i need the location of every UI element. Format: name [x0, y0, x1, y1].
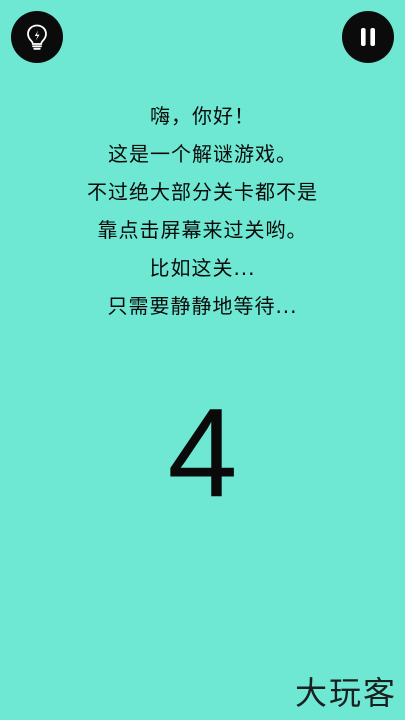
dialog-line: 比如这关... — [149, 256, 256, 280]
puzzle-dialog: 嗨，你好！ 这是一个解谜游戏。 不过绝大部分关卡都不是 靠点击屏幕来过关哟。 比… — [0, 97, 405, 325]
game-screen: 嗨，你好！ 这是一个解谜游戏。 不过绝大部分关卡都不是 靠点击屏幕来过关哟。 比… — [0, 0, 405, 720]
dialog-line: 不过绝大部分关卡都不是 — [87, 180, 318, 204]
countdown-number: 4 — [167, 382, 238, 523]
dialog-line: 只需要静静地等待... — [107, 294, 298, 318]
pause-button[interactable] — [342, 11, 394, 63]
pause-icon — [361, 28, 375, 46]
lightbulb-icon — [27, 24, 47, 50]
watermark-logo: 大玩客 — [294, 674, 397, 712]
dialog-line: 这是一个解谜游戏。 — [108, 142, 297, 166]
dialog-line: 靠点击屏幕来过关哟。 — [97, 218, 308, 242]
dialog-line: 嗨，你好！ — [150, 104, 255, 128]
hint-button[interactable] — [11, 11, 63, 63]
